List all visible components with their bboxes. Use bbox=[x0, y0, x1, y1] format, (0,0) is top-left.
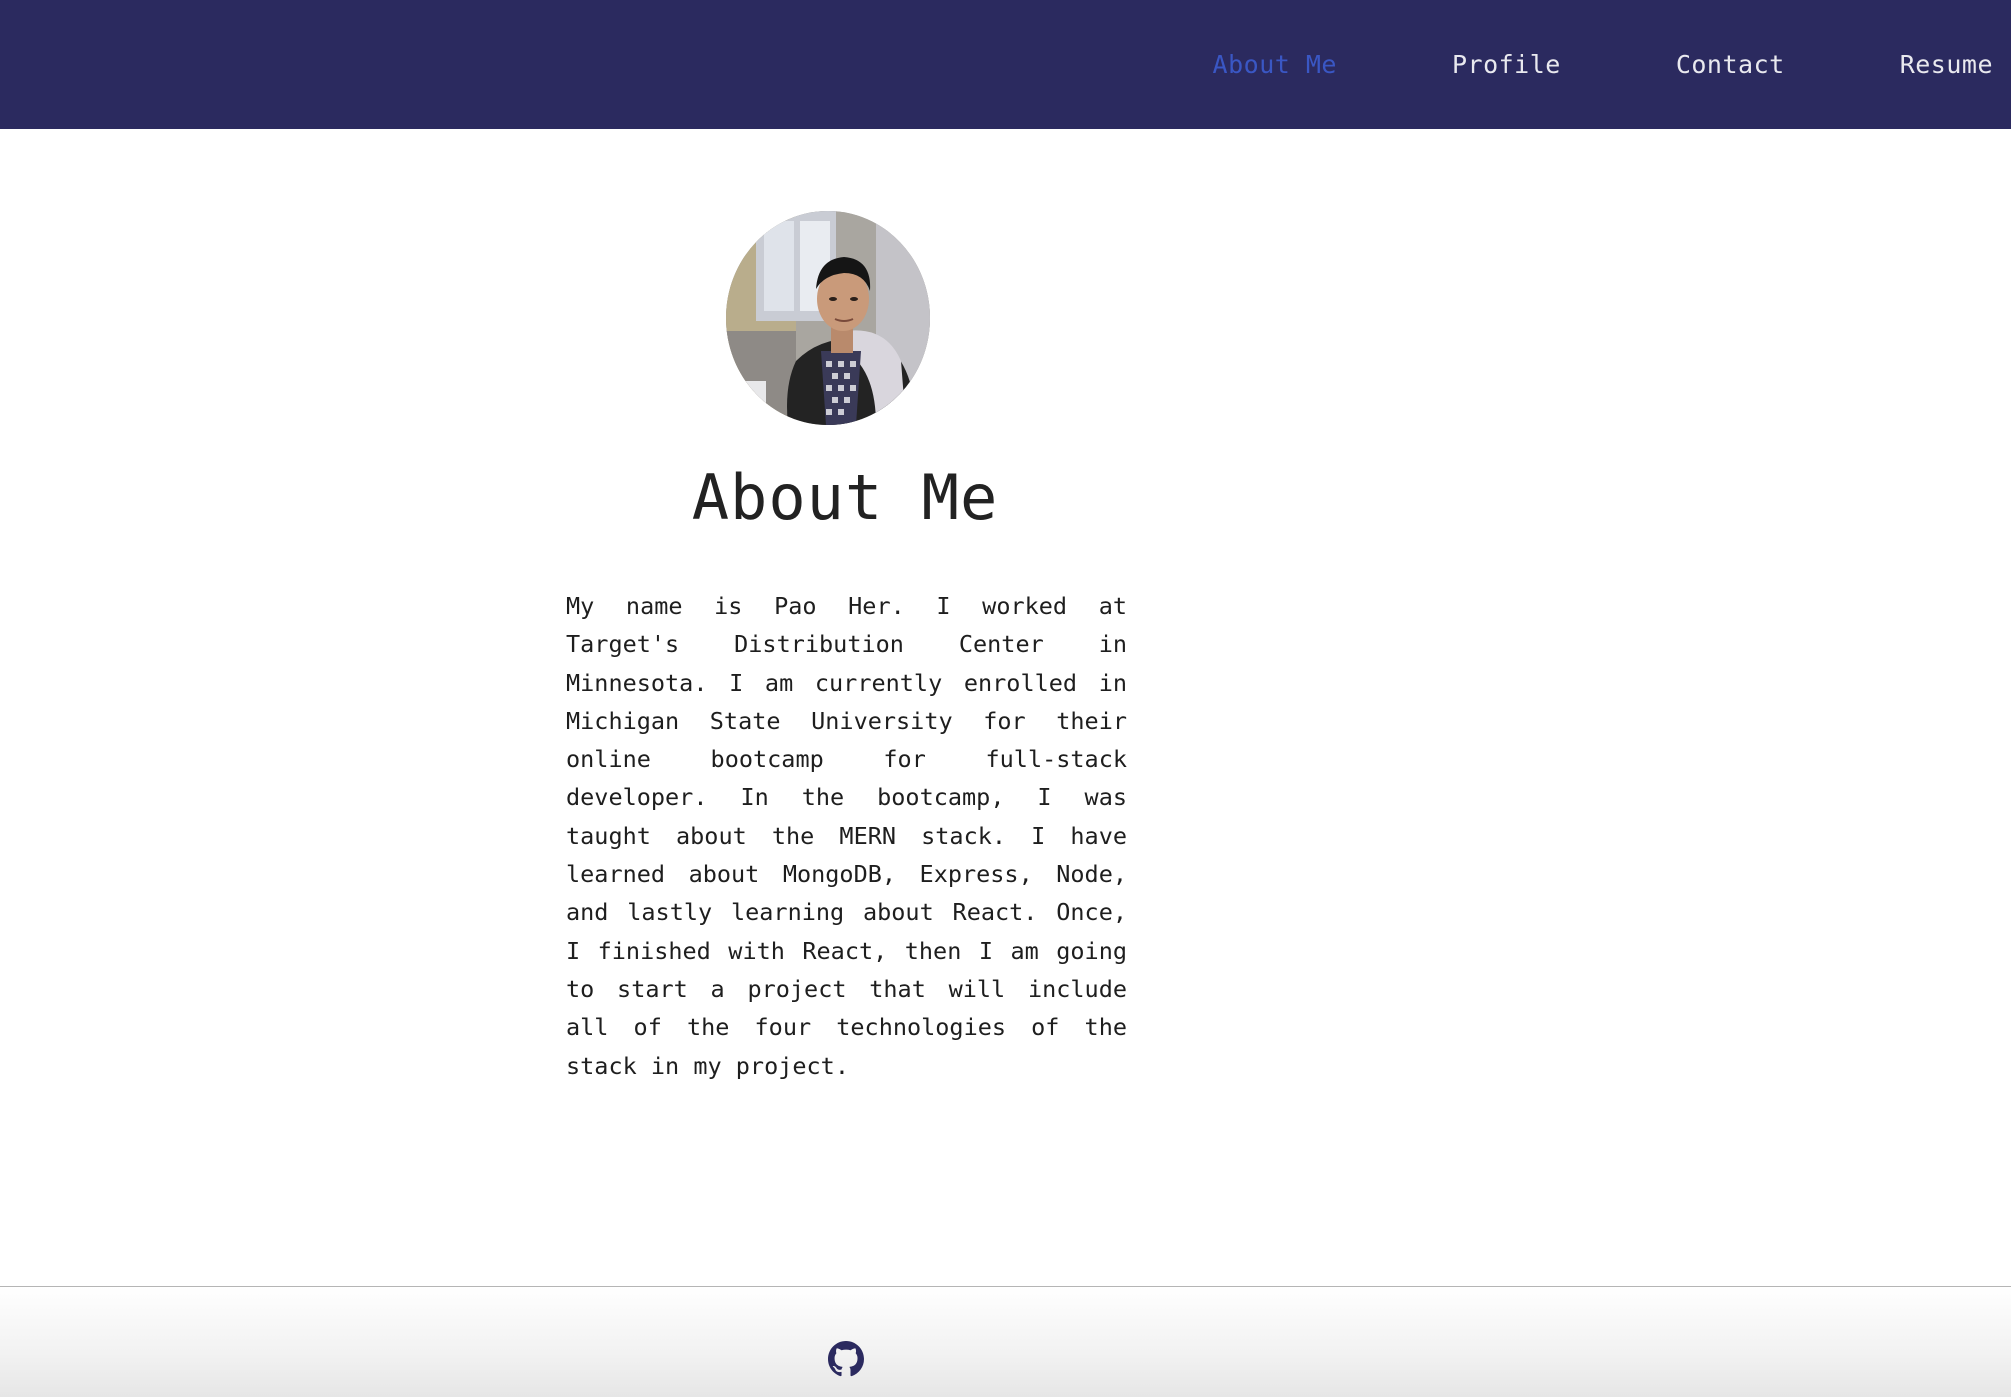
nav-about-me[interactable]: About Me bbox=[1213, 50, 1337, 79]
main-content: About Me My name is Pao Her. I worked at… bbox=[0, 129, 2011, 1286]
site-header: About Me Profile Contact Resume bbox=[0, 0, 2011, 129]
page-title: About Me bbox=[691, 461, 999, 534]
nav-profile[interactable]: Profile bbox=[1452, 50, 1561, 79]
nav-contact[interactable]: Contact bbox=[1676, 50, 1785, 79]
site-footer bbox=[0, 1286, 2011, 1397]
avatar bbox=[726, 211, 930, 425]
profile-photo bbox=[726, 211, 930, 425]
bio-paragraph: My name is Pao Her. I worked at Target's… bbox=[566, 592, 1127, 1080]
nav-resume[interactable]: Resume bbox=[1900, 50, 1993, 79]
github-icon[interactable] bbox=[828, 1341, 864, 1377]
main-nav: About Me Profile Contact Resume bbox=[1213, 0, 1993, 129]
